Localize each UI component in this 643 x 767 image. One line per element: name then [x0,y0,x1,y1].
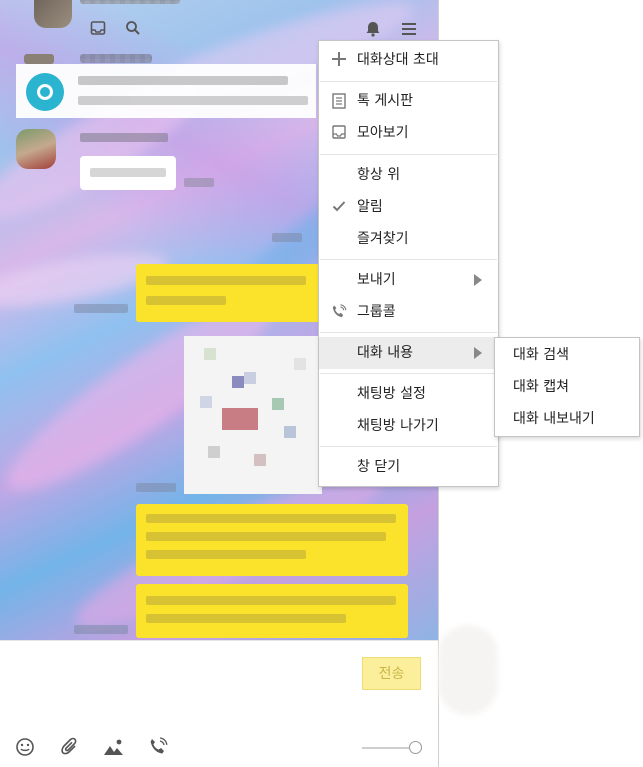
message-timestamp [74,625,128,634]
message-bubble [136,504,408,576]
message-timestamp [74,304,128,313]
menu-item-collection[interactable]: 모아보기 [319,117,498,149]
submenu-item-capture[interactable]: 대화 캡쳐 [495,371,639,403]
message-timestamp [184,178,214,187]
chat-room-menu: 대화상대 초대 톡 게시판 모아보기 항상 위 알림 즐겨찾기 보내기 그룹콜 [318,40,499,487]
message-bubble [136,264,336,322]
window-shadow [438,625,498,715]
sender-name [80,133,168,142]
chat-room-title [80,0,180,4]
zoom-slider-thumb[interactable] [409,741,422,754]
menu-item-invite[interactable]: 대화상대 초대 [319,44,498,76]
notice-icon [26,73,64,111]
menu-item-group-call[interactable]: 그룹콜 [319,296,498,328]
photo-icon[interactable] [103,737,125,759]
system-message [80,54,152,63]
menu-item-send[interactable]: 보내기 [319,264,498,296]
check-icon [331,199,347,215]
send-button[interactable]: 전송 [362,657,421,690]
menu-separator [320,373,497,374]
menu-item-favorites[interactable]: 즐겨찾기 [319,223,498,255]
notice-banner[interactable] [16,64,316,118]
menu-item-leave-room[interactable]: 채팅방 나가기 [319,410,498,442]
submenu-item-search[interactable]: 대화 검색 [495,339,639,371]
attach-file-icon[interactable] [60,737,82,759]
avatar [24,54,54,64]
read-count [272,233,302,242]
image-message[interactable] [184,336,322,494]
menu-icon[interactable] [400,20,418,38]
submenu-arrow-icon [474,274,482,286]
menu-separator [320,259,497,260]
search-icon[interactable] [125,20,143,38]
menu-item-notifications[interactable]: 알림 [319,191,498,223]
plus-icon [331,52,347,68]
menu-separator [320,81,497,82]
phone-icon [331,304,347,320]
menu-separator [320,332,497,333]
document-icon [331,93,347,109]
inbox-icon[interactable] [90,20,108,38]
menu-item-close-window[interactable]: 창 닫기 [319,451,498,483]
chat-contents-submenu: 대화 검색 대화 캡쳐 대화 내보내기 [494,337,640,437]
bell-icon[interactable] [364,20,382,38]
menu-item-chat-contents[interactable]: 대화 내용 [319,337,498,369]
menu-item-room-settings[interactable]: 채팅방 설정 [319,378,498,410]
message-bubble [136,584,408,638]
submenu-item-export[interactable]: 대화 내보내기 [495,403,639,435]
zoom-slider-track[interactable] [362,747,414,749]
menu-separator [320,154,497,155]
message-timestamp [136,483,176,492]
emoji-icon[interactable] [15,737,37,759]
chat-room-avatar[interactable] [34,0,72,28]
menu-item-always-on-top[interactable]: 항상 위 [319,159,498,191]
menu-separator [320,446,497,447]
call-icon[interactable] [148,737,170,759]
message-bubble [80,156,176,190]
menu-item-board[interactable]: 톡 게시판 [319,85,498,117]
inbox-icon [331,125,347,141]
chat-header [0,0,438,44]
message-input-area[interactable]: 전송 [0,640,438,767]
avatar [16,129,56,169]
submenu-arrow-icon [474,347,482,359]
